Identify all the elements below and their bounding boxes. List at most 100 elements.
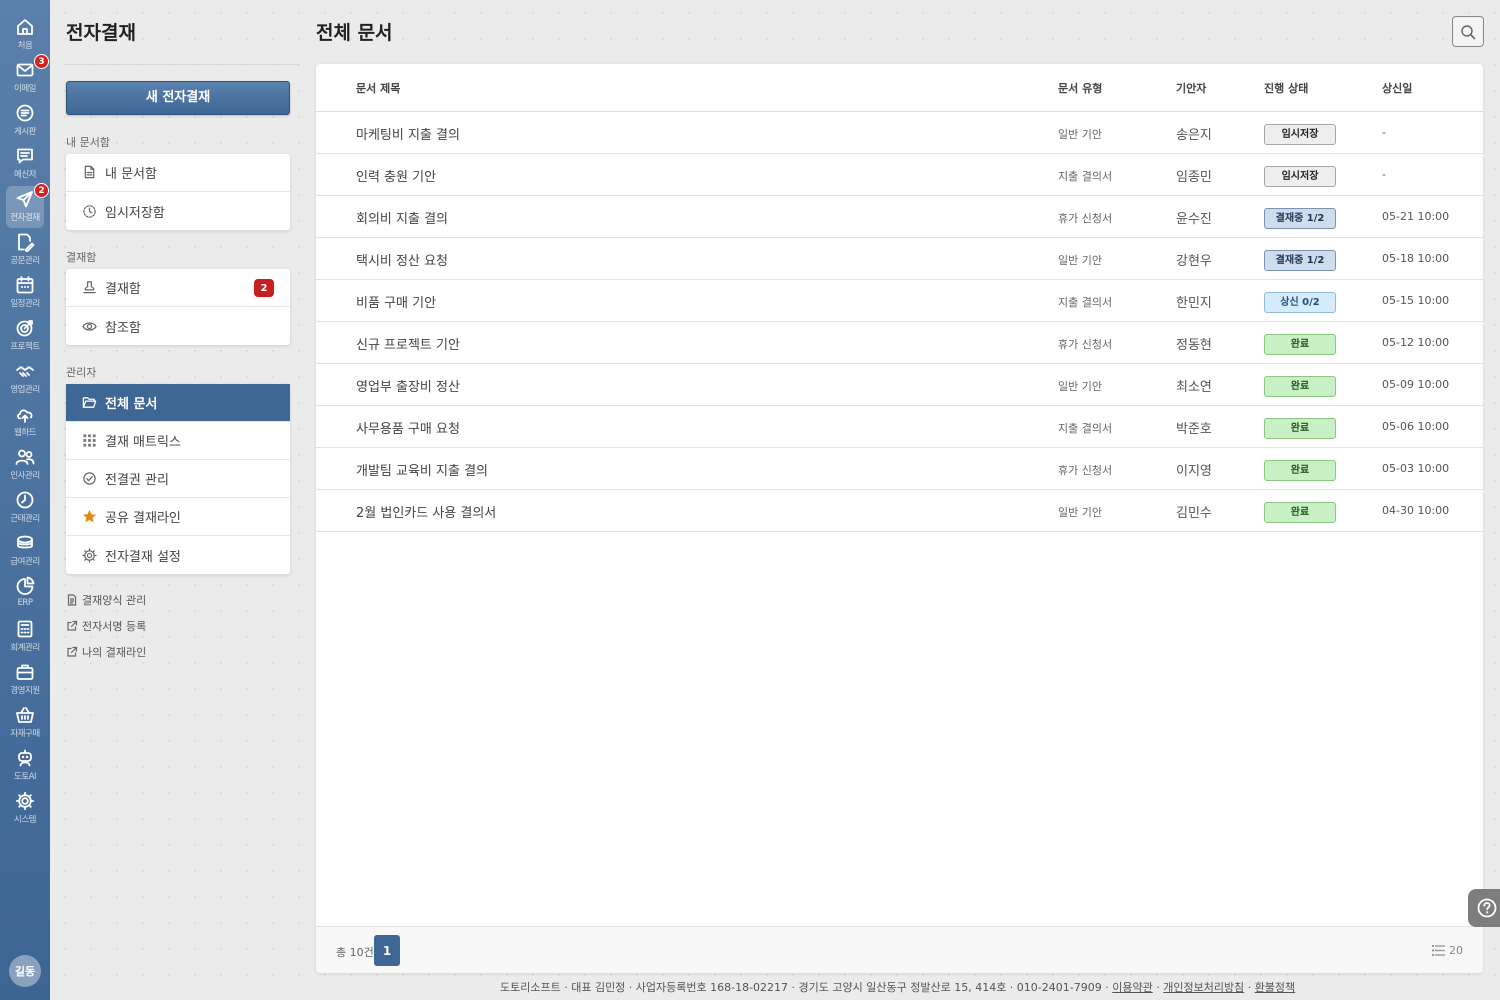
rail-item-12[interactable]: 급여관리 [0,533,50,573]
check-circle-icon [83,472,96,485]
column-header-author[interactable]: 기안자 [1176,80,1206,96]
table-row[interactable]: 마케팅비 지출 결의 일반 기안 송은지 임시저장 - [316,112,1483,154]
rail-item-10[interactable]: 인사관리 [0,447,50,487]
table-row[interactable]: 회의비 지출 결의 휴가 신청서 윤수진 결재중 1/2 05-21 10:00 [316,196,1483,238]
status-badge: 상신 0/2 [1264,292,1336,313]
rail-item-7[interactable]: 프로젝트 [0,318,50,358]
rail-item-0[interactable]: 처음 [0,17,50,57]
sidebar-item-label: 전체 문서 [105,397,158,412]
rail-item-label: 웹하드 [14,428,36,438]
new-approval-button[interactable]: 새 전자결재 [66,81,290,115]
column-header-type[interactable]: 문서 유형 [1058,80,1102,96]
rail-item-5[interactable]: 공문관리 [0,232,50,272]
sidebar-extra-link[interactable]: 나의 결재라인 [66,644,146,660]
sidebar-item-label: 전자결재 설정 [105,549,181,565]
document-author: 한민지 [1176,296,1212,311]
terms-link[interactable]: 이용약관 [1112,981,1152,994]
sidebar-group-label: 관리자 [66,366,97,379]
sidebar-item-label: 참조함 [105,320,141,336]
sidebar-extra-link[interactable]: 전자서명 등록 [66,618,146,634]
status-cell: 완료 [1264,500,1336,523]
rail-item-1[interactable]: 이메일 3 [0,54,50,100]
robot-icon [18,749,32,767]
sidebar-item[interactable]: 전자결재 설정 [66,536,290,574]
document-title[interactable]: 택시비 정산 요청 [356,250,448,269]
rail-item-17[interactable]: 도토AI [0,748,50,788]
document-title[interactable]: 신규 프로젝트 기안 [356,334,460,353]
rail-item-13[interactable]: ERP [0,576,50,616]
column-header-date[interactable]: 상신일 [1382,80,1412,96]
table-row[interactable]: 신규 프로젝트 기안 휴가 신청서 정동현 완료 05-12 10:00 [316,322,1483,364]
footer-separator: · [1156,981,1160,994]
rail-item-4[interactable]: 전자결재 2 [0,183,50,229]
privacy-link[interactable]: 개인정보처리방침 [1163,981,1244,994]
sidebar-group-label: 결재함 [66,251,97,264]
user-avatar[interactable]: 길동 [9,955,41,987]
document-type: 일반 기안 [1058,380,1102,393]
page-button-1[interactable]: 1 [374,935,400,966]
rail-item-15[interactable]: 경영지원 [0,662,50,702]
refund-link[interactable]: 환불정책 [1255,981,1295,994]
total-count: 총 10건 [336,946,374,959]
search-button[interactable] [1452,16,1484,47]
status-badge: 완료 [1264,376,1336,397]
table-row[interactable]: 인력 충원 기안 지출 결의서 임종민 임시저장 - [316,154,1483,196]
cloud-upload-icon [17,409,33,423]
help-icon [1477,898,1497,918]
help-button[interactable] [1468,889,1500,927]
rail-item-8[interactable]: 영업관리 [0,361,50,401]
status-badge: 임시저장 [1264,124,1336,145]
document-author: 윤수진 [1176,212,1212,227]
rail-item-9[interactable]: 웹하드 [0,404,50,444]
sidebar-item[interactable]: 전결권 관리 [66,460,290,498]
column-header-title[interactable]: 문서 제목 [356,80,400,96]
document-title[interactable]: 개발팀 교육비 지출 결의 [356,460,488,479]
rail-item-6[interactable]: 일정관리 [0,275,50,315]
company-footer: 도토리소프트 · 대표 김민정 · 사업자등록번호 168-18-02217 ·… [500,979,1295,995]
document-title[interactable]: 영업부 출장비 정산 [356,376,460,395]
form-icon [67,594,77,606]
table-row[interactable]: 영업부 출장비 정산 일반 기안 최소연 완료 05-09 10:00 [316,364,1483,406]
table-header: 문서 제목 문서 유형 기안자 진행 상태 상신일 [316,64,1483,112]
sidebar-item[interactable]: 전체 문서 [66,384,290,422]
coins-icon [17,535,33,549]
rail-item-2[interactable]: 게시판 [0,103,50,143]
rail-item-16[interactable]: 자재구매 [0,705,50,745]
rail-item-label: 급여관리 [10,557,40,567]
sidebar-extra-link[interactable]: 결재양식 관리 [66,592,146,608]
sidebar-item[interactable]: 참조함 [66,307,290,345]
sidebar-item[interactable]: 공유 결재라인 [66,498,290,536]
document-title[interactable]: 마케팅비 지출 결의 [356,124,460,143]
document-title[interactable]: 2월 법인카드 사용 결의서 [356,502,496,521]
table-row[interactable]: 사무용품 구매 요청 지출 결의서 박준호 완료 05-06 10:00 [316,406,1483,448]
rail-item-11[interactable]: 근태관리 [0,490,50,530]
rail-item-label: 회계관리 [10,643,40,653]
company-info: 도토리소프트 · 대표 김민정 · 사업자등록번호 168-18-02217 ·… [500,981,1109,994]
table-row[interactable]: 개발팀 교육비 지출 결의 휴가 신청서 이지영 완료 05-03 10:00 [316,448,1483,490]
document-author: 이지영 [1176,464,1212,479]
document-title[interactable]: 비품 구매 기안 [356,292,436,311]
status-cell: 상신 0/2 [1264,290,1336,313]
send-icon [16,191,33,208]
pie-chart-icon [16,576,35,595]
rail-item-18[interactable]: 시스템 [0,791,50,831]
rail-item-label: 처음 [17,41,33,51]
sidebar-item[interactable]: 결재함 2 [66,269,290,307]
document-title[interactable]: 회의비 지출 결의 [356,208,448,227]
table-row[interactable]: 2월 법인카드 사용 결의서 일반 기안 김민수 완료 04-30 10:00 [316,490,1483,532]
rail-item-14[interactable]: 회계관리 [0,619,50,659]
sidebar-item[interactable]: 결재 매트릭스 [66,422,290,460]
board-icon [16,104,34,122]
table-row[interactable]: 택시비 정산 요청 일반 기안 강현우 결재중 1/2 05-18 10:00 [316,238,1483,280]
rail-item-label: 이메일 [14,84,36,94]
rail-item-3[interactable]: 메신저 [0,146,50,186]
table-row[interactable]: 비품 구매 기안 지출 결의서 한민지 상신 0/2 05-15 10:00 [316,280,1483,322]
per-page-selector[interactable]: 20 [1432,944,1463,957]
document-title[interactable]: 사무용품 구매 요청 [356,418,460,437]
sidebar-item[interactable]: 임시저장함 [66,192,290,230]
rail-item-label: 공문관리 [10,256,40,266]
sidebar-item[interactable]: 내 문서함 [66,154,290,192]
document-title[interactable]: 인력 충원 기안 [356,166,436,185]
submitted-date: 05-21 10:00 [1382,210,1450,223]
column-header-status[interactable]: 진행 상태 [1264,80,1308,96]
